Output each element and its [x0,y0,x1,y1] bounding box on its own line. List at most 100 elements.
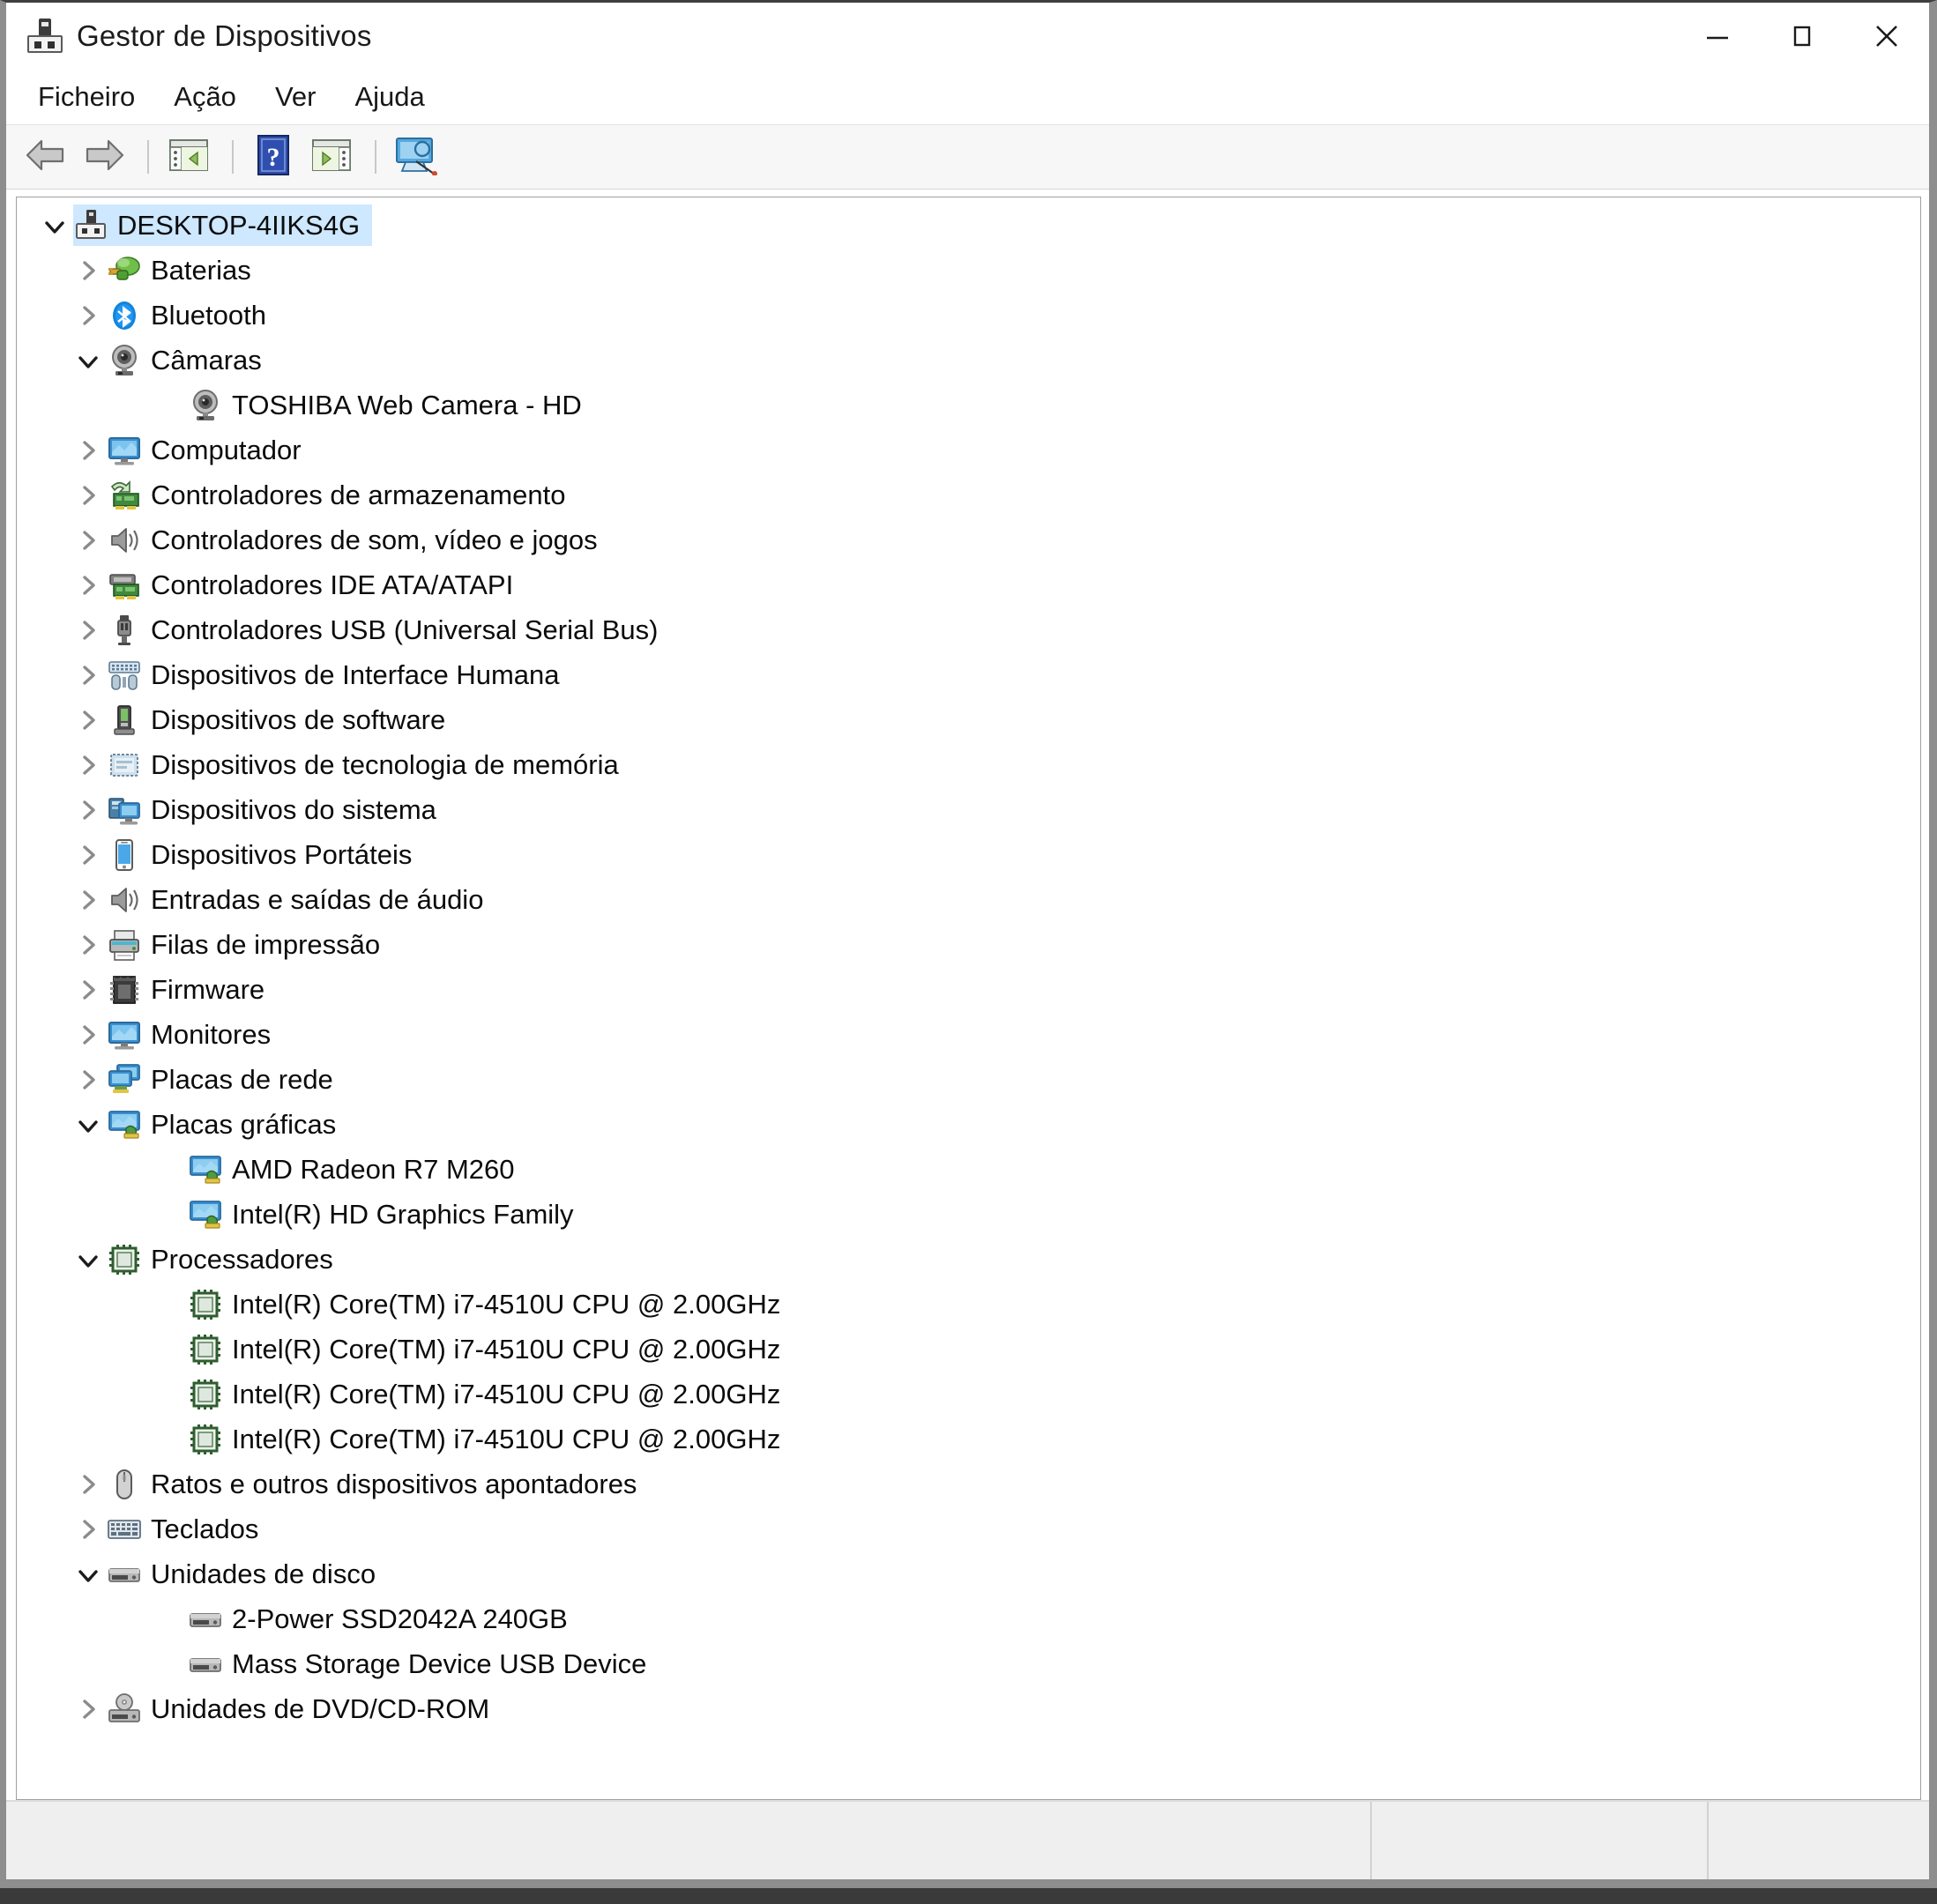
tree-device-item[interactable]: Intel(R) Core(TM) i7-4510U CPU @ 2.00GHz [17,1282,1920,1327]
status-segment-b [1372,1802,1707,1879]
forward-button[interactable] [77,131,131,182]
tree-category-item[interactable]: Unidades de disco [17,1551,1920,1596]
show-hide-console-tree-button[interactable] [161,131,216,182]
scan-hardware-changes-button[interactable] [389,131,443,182]
processor-icon [107,1242,142,1277]
dvd-drive-icon [107,1692,142,1727]
tree-category-item[interactable]: Firmware [17,967,1920,1012]
device-tree[interactable]: DESKTOP-4IIKS4G Baterias Bluetooth Câmaras T… [17,197,1920,1731]
tree-category-item[interactable]: Controladores de armazenamento [17,472,1920,517]
chevron-down-icon[interactable] [70,1102,107,1147]
tree-device-item[interactable]: Intel(R) Core(TM) i7-4510U CPU @ 2.00GHz [17,1372,1920,1417]
network-adapter-icon [107,1062,142,1097]
chevron-down-icon[interactable] [70,338,107,383]
arrow-left-icon [24,136,68,179]
device-manager-icon [26,17,64,56]
menu-ver[interactable]: Ver [259,78,332,116]
chevron-right-icon[interactable] [70,967,107,1012]
back-button[interactable] [19,131,73,182]
chevron-right-icon[interactable] [70,787,107,832]
properties-button[interactable] [304,131,359,182]
display-adapter-icon [107,1107,142,1142]
chevron-right-icon[interactable] [70,428,107,472]
tree-category-item[interactable]: Controladores de som, vídeo e jogos [17,517,1920,562]
chevron-right-icon[interactable] [70,652,107,697]
device-tree-panel[interactable]: DESKTOP-4IIKS4G Baterias Bluetooth Câmaras T… [16,197,1921,1800]
tree-category-item[interactable]: Placas gráficas [17,1102,1920,1147]
chevron-down-icon[interactable] [70,1551,107,1596]
tree-category-item[interactable]: Controladores USB (Universal Serial Bus) [17,607,1920,652]
menu-acao[interactable]: Ação [158,78,252,116]
maximize-button[interactable] [1760,3,1844,70]
chevron-right-icon[interactable] [70,562,107,607]
tree-item-label: Controladores de armazenamento [151,480,566,510]
tree-category-item[interactable]: Câmaras [17,338,1920,383]
close-button[interactable] [1844,3,1929,70]
tree-item-label: Firmware [151,974,265,1005]
tree-category-item[interactable]: Teclados [17,1506,1920,1551]
tree-item-label: Intel(R) Core(TM) i7-4510U CPU @ 2.00GHz [232,1424,781,1454]
chevron-right-icon[interactable] [70,607,107,652]
tree-category-item[interactable]: Dispositivos de tecnologia de memória [17,742,1920,787]
status-segment-c [1709,1802,1929,1879]
tree-device-item[interactable]: Intel(R) Core(TM) i7-4510U CPU @ 2.00GHz [17,1417,1920,1461]
menu-ajuda[interactable]: Ajuda [339,78,440,116]
chevron-right-icon[interactable] [70,832,107,877]
tree-category-item[interactable]: Monitores [17,1012,1920,1057]
tree-category-item[interactable]: Dispositivos de Interface Humana [17,652,1920,697]
menu-ficheiro[interactable]: Ficheiro [22,78,151,116]
device-manager-window: Gestor de Dispositivos Ficheiro Ação Ver… [0,0,1937,1888]
tree-device-item[interactable]: 2-Power SSD2042A 240GB [17,1596,1920,1641]
tree-category-item[interactable]: Controladores IDE ATA/ATAPI [17,562,1920,607]
minimize-button[interactable] [1675,3,1760,70]
tree-item-label: Bluetooth [151,300,266,331]
tree-device-item[interactable]: Mass Storage Device USB Device [17,1641,1920,1686]
chevron-right-icon[interactable] [70,1461,107,1506]
tree-item-label: Dispositivos de Interface Humana [151,659,560,690]
chevron-right-icon[interactable] [70,742,107,787]
status-bar [6,1800,1929,1879]
chevron-right-icon[interactable] [70,1012,107,1057]
keyboard-icon [107,1512,142,1547]
tree-category-item[interactable]: Computador [17,428,1920,472]
tree-item-label: Unidades de disco [151,1558,376,1589]
tree-item-label: Intel(R) Core(TM) i7-4510U CPU @ 2.00GHz [232,1379,781,1409]
chevron-right-icon[interactable] [70,248,107,293]
chevron-right-icon[interactable] [70,877,107,922]
tree-root-item[interactable]: DESKTOP-4IIKS4G [17,203,1920,248]
chevron-down-icon[interactable] [36,203,73,248]
chevron-right-icon[interactable] [70,517,107,562]
tree-category-item[interactable]: Unidades de DVD/CD-ROM [17,1686,1920,1731]
chevron-right-icon[interactable] [70,697,107,742]
software-device-icon [107,703,142,738]
tree-category-item[interactable]: Bluetooth [17,293,1920,338]
chevron-right-icon[interactable] [70,293,107,338]
tree-device-item[interactable]: TOSHIBA Web Camera - HD [17,383,1920,428]
tree-category-item[interactable]: Processadores [17,1237,1920,1282]
tree-category-item[interactable]: Entradas e saídas de áudio [17,877,1920,922]
tree-device-item[interactable]: Intel(R) Core(TM) i7-4510U CPU @ 2.00GHz [17,1327,1920,1372]
window-title: Gestor de Dispositivos [77,19,372,52]
chevron-right-icon[interactable] [70,1506,107,1551]
tree-item-label: Controladores USB (Universal Serial Bus) [151,614,659,645]
help-button[interactable]: ? [246,131,301,182]
tree-category-item[interactable]: Dispositivos Portáteis [17,832,1920,877]
chevron-right-icon[interactable] [70,472,107,517]
tree-category-item[interactable]: Dispositivos do sistema [17,787,1920,832]
tree-category-item[interactable]: Placas de rede [17,1057,1920,1102]
disk-drive-icon [188,1647,223,1682]
tree-category-item[interactable]: Baterias [17,248,1920,293]
tree-category-item[interactable]: Dispositivos de software [17,697,1920,742]
tree-device-item[interactable]: Intel(R) HD Graphics Family [17,1192,1920,1237]
chevron-right-icon[interactable] [70,1686,107,1731]
chevron-right-icon[interactable] [70,1057,107,1102]
processor-icon [188,1377,223,1412]
tree-category-item[interactable]: Filas de impressão [17,922,1920,967]
tree-device-item[interactable]: AMD Radeon R7 M260 [17,1147,1920,1192]
console-tree-icon [168,137,210,178]
tree-category-item[interactable]: Ratos e outros dispositivos apontadores [17,1461,1920,1506]
chevron-down-icon[interactable] [70,1237,107,1282]
window-controls [1675,3,1929,70]
chevron-right-icon[interactable] [70,922,107,967]
